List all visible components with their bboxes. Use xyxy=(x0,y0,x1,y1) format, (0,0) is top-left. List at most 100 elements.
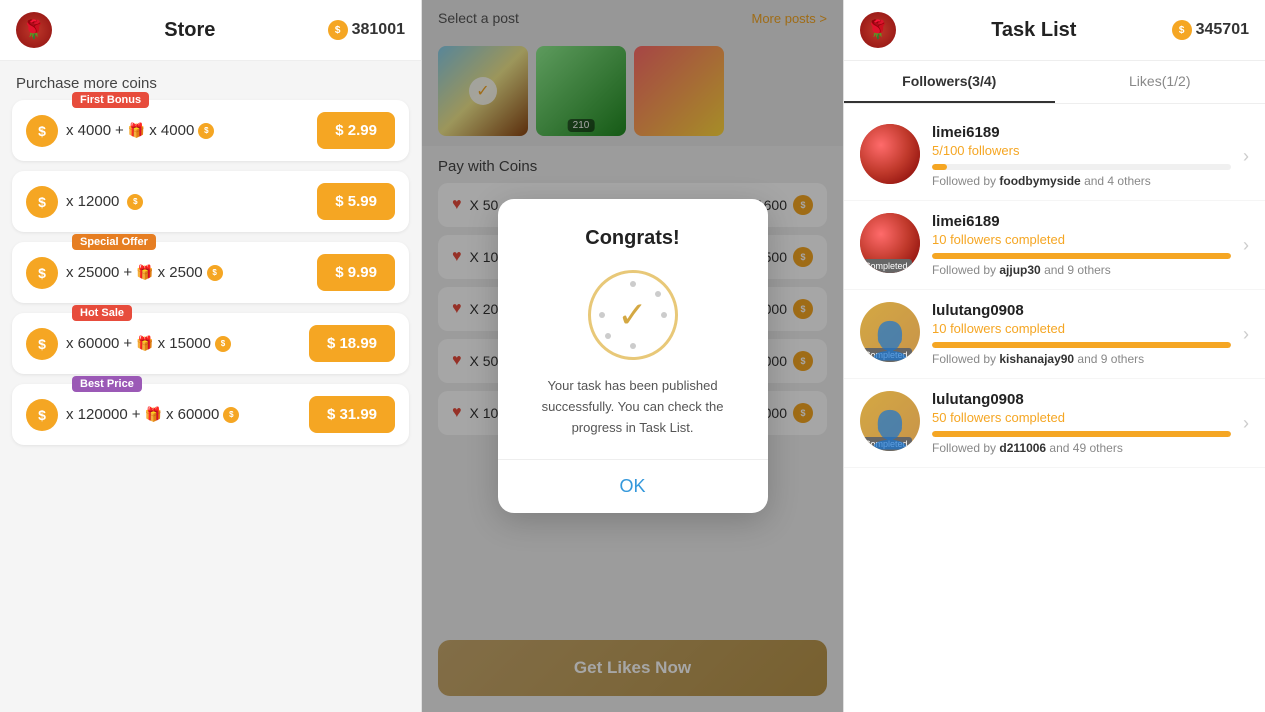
store-item-3[interactable]: Special Offer $ x 25000 + 🎁 x 2500 $ $ 9… xyxy=(12,242,409,303)
dollar-icon-5: $ xyxy=(26,399,58,431)
hot-sale-badge: Hot Sale xyxy=(72,305,132,321)
price-btn-5[interactable]: $ 31.99 xyxy=(309,396,395,433)
task-username-4: lulutang0908 xyxy=(932,391,1231,408)
item-coins-4: x 60000 xyxy=(66,335,119,352)
dot-tr xyxy=(655,291,661,297)
best-price-badge: Best Price xyxy=(72,376,142,392)
store-item-4[interactable]: Hot Sale $ x 60000 + 🎁 x 15000 $ $ 18.99 xyxy=(12,313,409,374)
coin-small-5: $ xyxy=(223,407,239,423)
task-item-2[interactable]: Completed limei6189 10 followers complet… xyxy=(844,201,1265,290)
dot-bl xyxy=(605,333,611,339)
dollar-icon-4: $ xyxy=(26,328,58,360)
task-username-1: limei6189 xyxy=(932,124,1231,141)
item-desc-2: x 12000 $ xyxy=(66,193,143,210)
tab-likes[interactable]: Likes(1/2) xyxy=(1055,61,1265,103)
dollar-icon-3: $ xyxy=(26,257,58,289)
task-highlight-4: d211006 xyxy=(999,441,1046,455)
task-info-3: lulutang0908 10 followers completed Foll… xyxy=(932,302,1231,366)
plus-5: + xyxy=(132,406,141,423)
store-item-1[interactable]: First Bonus $ x 4000 + 🎁 x 4000 $ $ 2.99 xyxy=(12,100,409,161)
first-bonus-badge: First Bonus xyxy=(72,92,149,108)
item-bonus-1: x 4000 xyxy=(149,122,194,139)
item-coins-3: x 25000 xyxy=(66,264,119,281)
modal-check-icon: ✓ xyxy=(617,294,647,336)
store-title: Store xyxy=(164,19,215,42)
item-main-coins-2: x 12000 $ xyxy=(66,193,143,210)
task-item-1[interactable]: limei6189 5/100 followers Followed by fo… xyxy=(844,112,1265,201)
price-btn-1[interactable]: $ 2.99 xyxy=(317,112,395,149)
item-main-coins-4: x 60000 + 🎁 x 15000 $ xyxy=(66,335,231,352)
item-bonus-3: x 2500 xyxy=(158,264,203,281)
task-avatar-2: Completed xyxy=(860,213,920,273)
completed-badge-2: Completed xyxy=(860,259,912,273)
task-balance-value: 345701 xyxy=(1196,21,1249,39)
task-followers-text-3: Followed by kishanajay90 and 9 others xyxy=(932,352,1231,366)
task-arrow-icon-1: › xyxy=(1243,146,1249,167)
plus-1: + xyxy=(115,122,124,139)
item-main-coins-3: x 25000 + 🎁 x 2500 $ xyxy=(66,264,223,281)
item-desc-5: x 120000 + 🎁 x 60000 $ xyxy=(66,406,239,423)
task-arrow-icon-4: › xyxy=(1243,413,1249,434)
store-balance: $ 381001 xyxy=(328,20,405,40)
progress-bar-bg-1 xyxy=(932,164,1231,170)
item-desc-3: x 25000 + 🎁 x 2500 $ xyxy=(66,264,223,281)
item-bonus-5: x 60000 xyxy=(166,406,219,423)
special-offer-badge: Special Offer xyxy=(72,234,156,250)
task-highlight-3: kishanajay90 xyxy=(999,352,1074,366)
congrats-modal: Congrats! ✓ Your task has been published… xyxy=(498,199,768,512)
coin-small-1: $ xyxy=(198,123,214,139)
task-coin-icon: $ xyxy=(1172,20,1192,40)
task-username-2: limei6189 xyxy=(932,213,1231,230)
dot-bottom xyxy=(630,343,636,349)
item-left-1: $ x 4000 + 🎁 x 4000 $ xyxy=(26,115,214,147)
store-item-2[interactable]: $ x 12000 $ $ 5.99 xyxy=(12,171,409,232)
progress-bar-bg-3 xyxy=(932,342,1231,348)
modal-title: Congrats! xyxy=(585,227,679,250)
modal-check-circle: ✓ xyxy=(588,270,678,360)
task-info-2: limei6189 10 followers completed Followe… xyxy=(932,213,1231,277)
task-title: Task List xyxy=(991,19,1076,42)
store-item-5[interactable]: Best Price $ x 120000 + 🎁 x 60000 $ $ 31… xyxy=(12,384,409,445)
progress-bar-bg-2 xyxy=(932,253,1231,259)
task-item-3[interactable]: Completed lulutang0908 10 followers comp… xyxy=(844,290,1265,379)
task-logo-icon xyxy=(860,12,896,48)
store-panel: Store $ 381001 Purchase more coins First… xyxy=(0,0,422,712)
price-btn-2[interactable]: $ 5.99 xyxy=(317,183,395,220)
item-coins-1: x 4000 xyxy=(66,122,111,139)
item-coins-2: x 12000 xyxy=(66,193,119,210)
coin-small-3: $ xyxy=(207,265,223,281)
task-tabs: Followers(3/4) Likes(1/2) xyxy=(844,61,1265,104)
modal-overlay[interactable]: Congrats! ✓ Your task has been published… xyxy=(422,0,843,712)
task-avatar-1 xyxy=(860,124,920,184)
middle-panel: Select a post More posts > ✓ 210 Pay wit… xyxy=(422,0,844,712)
progress-bar-fill-1 xyxy=(932,164,947,170)
task-followers-text-1: Followed by foodbymyside and 4 others xyxy=(932,174,1231,188)
coin-small-2: $ xyxy=(127,194,143,210)
price-btn-3[interactable]: $ 9.99 xyxy=(317,254,395,291)
coin-icon: $ xyxy=(328,20,348,40)
completed-badge-3: Completed xyxy=(860,348,912,362)
store-items-list: First Bonus $ x 4000 + 🎁 x 4000 $ $ 2.99 xyxy=(0,100,421,712)
task-followers-text-4: Followed by d211006 and 49 others xyxy=(932,441,1231,455)
dot-left xyxy=(599,312,605,318)
item-left-2: $ x 12000 $ xyxy=(26,186,143,218)
dot-right xyxy=(661,312,667,318)
purchase-label: Purchase more coins xyxy=(0,61,421,100)
gift-icon-3: 🎁 xyxy=(136,264,153,281)
task-info-1: limei6189 5/100 followers Followed by fo… xyxy=(932,124,1231,188)
task-avatar-4: Completed xyxy=(860,391,920,451)
modal-ok-button[interactable]: OK xyxy=(522,460,744,513)
tab-followers[interactable]: Followers(3/4) xyxy=(844,61,1055,103)
task-header: Task List $ 345701 xyxy=(844,0,1265,61)
completed-badge-4: Completed xyxy=(860,437,912,451)
item-main-coins-5: x 120000 + 🎁 x 60000 $ xyxy=(66,406,239,423)
price-btn-4[interactable]: $ 18.99 xyxy=(309,325,395,362)
dollar-icon-2: $ xyxy=(26,186,58,218)
plus-4: + xyxy=(123,335,132,352)
task-info-4: lulutang0908 50 followers completed Foll… xyxy=(932,391,1231,455)
task-item-4[interactable]: Completed lulutang0908 50 followers comp… xyxy=(844,379,1265,468)
store-logo-icon xyxy=(16,12,52,48)
dot-top xyxy=(630,281,636,287)
item-left-5: $ x 120000 + 🎁 x 60000 $ xyxy=(26,399,239,431)
progress-bar-bg-4 xyxy=(932,431,1231,437)
